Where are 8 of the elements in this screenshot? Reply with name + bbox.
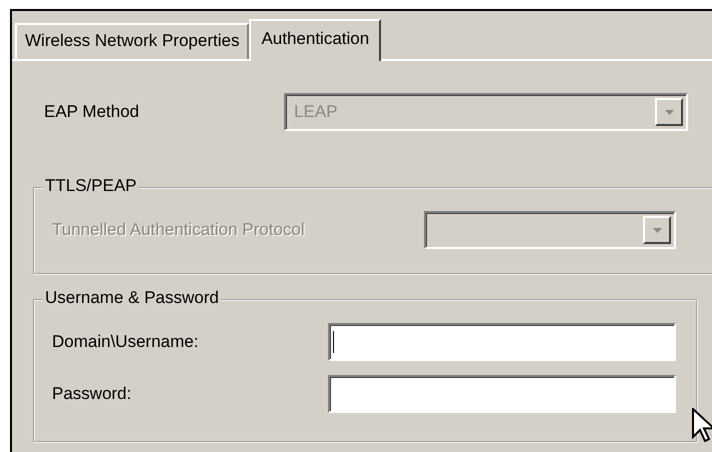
input-field[interactable]	[328, 323, 676, 361]
input-field[interactable]	[328, 375, 676, 413]
field-label: Password:	[52, 384, 132, 404]
field-label: Domain\Username:	[52, 332, 198, 352]
protocol-label: Tunnelled Authentication Protocol	[52, 220, 305, 240]
protocol-dropdown[interactable]	[424, 211, 676, 249]
eap-method-label: EAP Method	[43, 102, 140, 122]
tab[interactable]: Authentication	[249, 19, 382, 61]
